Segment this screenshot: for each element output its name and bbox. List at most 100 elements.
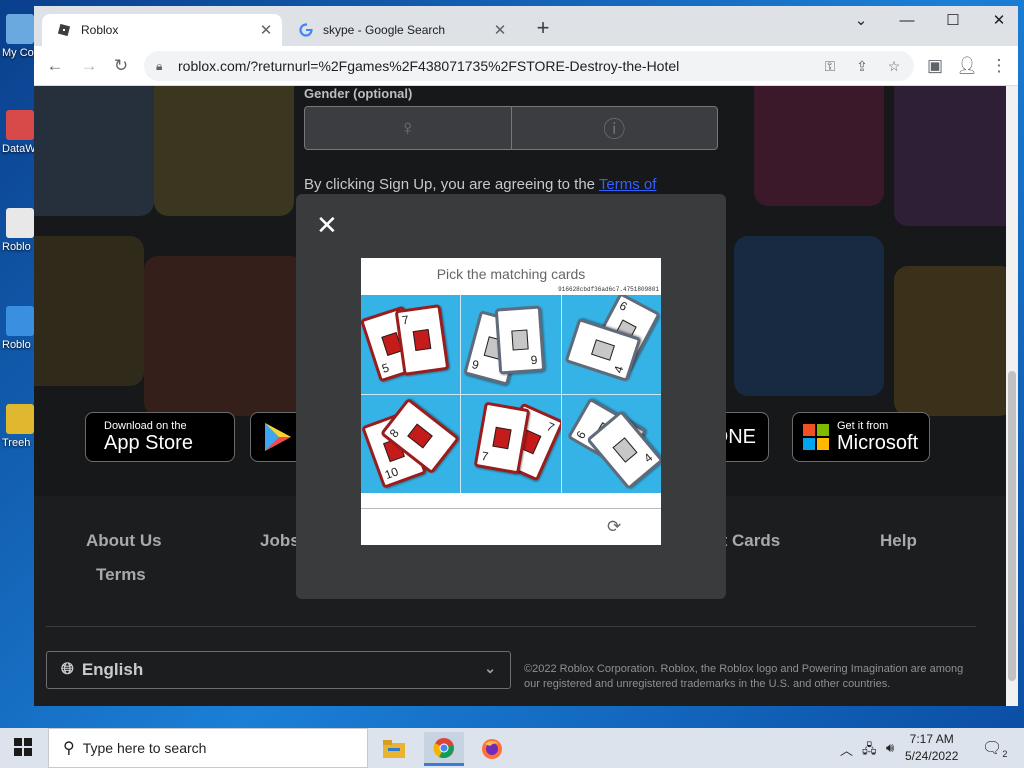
tab-title: skype - Google Search xyxy=(323,23,446,37)
microsoft-big-text: Microsoft xyxy=(837,432,919,454)
key-icon[interactable]: ⚿ xyxy=(818,54,842,78)
volume-icon[interactable]: 🔊︎ xyxy=(886,740,894,756)
tab-strip: Roblox ✕ skype - Google Search ✕ + ⌄ — ☐… xyxy=(34,6,1018,46)
card-suit-mark xyxy=(590,339,615,361)
footer-link-about-us[interactable]: About Us xyxy=(86,531,162,551)
playing-card: 9 xyxy=(495,305,546,375)
language-value: English xyxy=(81,660,144,679)
desktop-icon-treehouse[interactable]: Treeh xyxy=(0,404,36,466)
captcha-footer: ⟳ xyxy=(361,508,661,545)
microsoft-badge[interactable]: Get it from Microsoft xyxy=(792,412,930,462)
gender-label: Gender (optional) xyxy=(304,86,413,101)
microsoft-logo-icon xyxy=(803,424,829,450)
network-icon[interactable]: 🖧︎ xyxy=(862,740,877,762)
card-number: 9 xyxy=(530,352,539,368)
captcha-option-6[interactable]: 6 4 xyxy=(561,394,661,493)
captcha-option-3[interactable]: 6 4 xyxy=(561,295,661,394)
tray-chevron-up-icon[interactable]: ︿ xyxy=(840,740,853,759)
roblox-page: Gender (optional) ♀ ⓘ By clicking Sign U… xyxy=(34,86,1006,706)
card-number: 7 xyxy=(544,418,557,435)
side-panel-icon[interactable]: ▣ xyxy=(922,53,948,79)
footer-link-jobs[interactable]: Jobs xyxy=(260,531,300,551)
file-explorer-icon[interactable] xyxy=(374,732,414,766)
tab-title: Roblox xyxy=(81,23,119,37)
windows-start-icon[interactable] xyxy=(14,738,32,761)
back-button[interactable]: ← xyxy=(42,53,68,79)
app-store-small-text: Download on the xyxy=(104,420,187,432)
app-store-badge-text: Download on the App Store xyxy=(104,420,193,454)
new-tab-button[interactable]: + xyxy=(530,16,556,42)
desktop-icon-label: DataW xyxy=(2,143,36,155)
taskbar-search-box[interactable]: ⚲ Type here to search xyxy=(48,728,368,768)
reload-button[interactable]: ↻ xyxy=(108,53,134,79)
card-suit-mark xyxy=(492,426,512,449)
maximize-button[interactable]: ☐ xyxy=(930,10,976,34)
copyright-text: ©2022 Roblox Corporation. Roblox, the Ro… xyxy=(524,663,964,690)
tab-search-chevron-icon[interactable]: ⌄ xyxy=(838,10,884,34)
desktop-icon-label: Treeh xyxy=(2,437,31,449)
footer-link-help[interactable]: Help xyxy=(880,531,917,551)
captcha-option-4[interactable]: 10 8 xyxy=(361,394,461,493)
captcha-modal: ✕ Pick the matching cards 916628cbdf36ad… xyxy=(296,194,726,599)
app-store-badge[interactable]: Download on the App Store xyxy=(85,412,235,462)
menu-kebab-icon[interactable]: ⋮ xyxy=(986,53,1012,79)
page-scrollbar[interactable] xyxy=(1006,86,1018,706)
terms-link[interactable]: Terms of xyxy=(599,176,657,193)
close-window-button[interactable]: ✕ xyxy=(976,10,1018,34)
minimize-button[interactable]: — xyxy=(884,10,930,34)
gender-male-button[interactable]: ⓘ xyxy=(512,107,718,149)
firefox-taskbar-icon[interactable] xyxy=(472,732,512,766)
profile-avatar-icon[interactable]: 👤︎ xyxy=(954,53,980,79)
desktop-icon-label: Roblo xyxy=(2,339,31,351)
search-placeholder: Type here to search xyxy=(82,740,207,756)
card-number: 10 xyxy=(382,463,401,482)
chrome-taskbar-icon[interactable] xyxy=(424,732,464,766)
lock-icon: 🔒︎ xyxy=(156,58,163,73)
card-suit-mark xyxy=(511,329,530,351)
desktop-icon-roblox[interactable]: Roblo xyxy=(0,208,36,270)
notification-center-icon[interactable]: 🗨︎2 xyxy=(982,738,1007,759)
gender-female-button[interactable]: ♀ xyxy=(305,107,512,149)
captcha-title: Pick the matching cards xyxy=(436,266,586,282)
captcha-option-5[interactable]: 7 7 xyxy=(461,394,561,493)
search-icon: ⚲ xyxy=(63,740,75,757)
card-number: 5 xyxy=(380,360,391,376)
chevron-down-icon: ⌄ xyxy=(484,660,496,676)
close-tab-icon[interactable]: ✕ xyxy=(256,21,276,39)
gender-selector: ♀ ⓘ xyxy=(304,106,718,150)
bookmark-star-icon[interactable]: ☆ xyxy=(882,54,906,78)
tab-roblox[interactable]: Roblox ✕ xyxy=(42,14,282,46)
card-number: 6 xyxy=(616,298,630,314)
microsoft-badge-text: Get it from Microsoft xyxy=(837,420,918,454)
browser-toolbar: ← → ↻ 🔒︎ roblox.com/?returnurl=%2Fgames%… xyxy=(34,46,1018,86)
clock-date: 5/24/2022 xyxy=(905,749,959,763)
card-suit-mark xyxy=(412,328,432,352)
card-suit-mark xyxy=(612,436,638,463)
desktop-icon-dataw[interactable]: DataW xyxy=(0,110,36,172)
taskbar: ⚲ Type here to search ︿ 🖧︎ 🔊︎ 7:17 AM 5/… xyxy=(0,728,1024,768)
scrollbar-thumb[interactable] xyxy=(1008,371,1016,681)
card-number: 7 xyxy=(480,448,490,464)
male-icon: ⓘ xyxy=(603,117,626,142)
share-icon[interactable]: ⇪ xyxy=(850,54,874,78)
desktop-icon-label: Roblo xyxy=(2,241,31,253)
forward-button[interactable]: → xyxy=(76,53,102,79)
language-select[interactable]: 🌐︎ English ⌄ xyxy=(46,651,511,689)
refresh-icon[interactable]: ⟳ xyxy=(607,517,621,537)
roblox-favicon-icon xyxy=(56,22,72,38)
close-icon[interactable]: ✕ xyxy=(316,212,338,238)
close-tab-icon[interactable]: ✕ xyxy=(490,21,510,39)
captcha-option-2[interactable]: 9 9 xyxy=(461,295,561,394)
address-bar[interactable]: 🔒︎ roblox.com/?returnurl=%2Fgames%2F4380… xyxy=(144,51,914,81)
captcha-grid: 5 7 9 9 6 4 10 8 7 7 6 4 xyxy=(361,295,661,493)
tab-google-search[interactable]: skype - Google Search ✕ xyxy=(284,14,516,46)
card-number: 9 xyxy=(470,357,481,373)
card-number: 4 xyxy=(610,364,627,375)
desktop-icon-roblox-studio[interactable]: Roblo xyxy=(0,306,36,368)
desktop-icon-my-computer[interactable]: My Co xyxy=(0,14,36,76)
captcha-option-1[interactable]: 5 7 xyxy=(361,295,461,394)
footer-link-terms[interactable]: Terms xyxy=(96,565,146,585)
footer-divider xyxy=(46,626,976,627)
taskbar-clock[interactable]: 7:17 AM 5/24/2022 xyxy=(905,731,958,765)
google-favicon-icon xyxy=(298,22,314,38)
